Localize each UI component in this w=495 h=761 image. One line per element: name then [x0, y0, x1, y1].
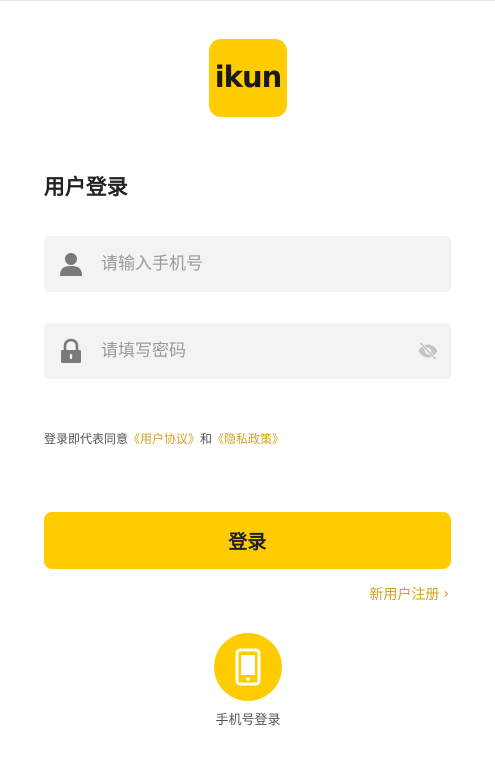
user-agreement-link[interactable]: 《用户协议》 [128, 432, 200, 446]
phone-login-button[interactable]: 手机号登录 [208, 633, 288, 728]
register-label: 新用户注册 [369, 587, 440, 603]
lock-icon [61, 338, 81, 363]
app-logo: ikun [209, 39, 287, 117]
phone-input[interactable] [101, 236, 401, 292]
page-title: 用户登录 [44, 175, 128, 199]
password-input[interactable] [101, 323, 401, 379]
login-button[interactable]: 登录 [44, 512, 451, 569]
phone-field[interactable] [44, 236, 451, 292]
eye-off-icon[interactable] [417, 340, 439, 362]
smartphone-icon [235, 648, 261, 686]
privacy-policy-link[interactable]: 《隐私政策》 [212, 432, 284, 446]
register-link[interactable]: 新用户注册 › [369, 584, 449, 604]
phone-login-label: 手机号登录 [215, 713, 281, 728]
user-icon [60, 253, 82, 276]
password-field[interactable] [44, 323, 451, 379]
agreement-and: 和 [200, 432, 213, 446]
chevron-right-icon: › [443, 586, 449, 602]
logo-text: ikun [214, 60, 283, 94]
agreement-prefix: 登录即代表同意 [44, 432, 129, 446]
agreement-text: 登录即代表同意《用户协议》和《隐私政策》 [44, 430, 284, 447]
login-page: ikun 用户登录 登录即代表同意《用户协议》和《隐私政策》 登录 新用户注册 … [0, 0, 495, 761]
phone-login-circle[interactable] [214, 633, 282, 701]
